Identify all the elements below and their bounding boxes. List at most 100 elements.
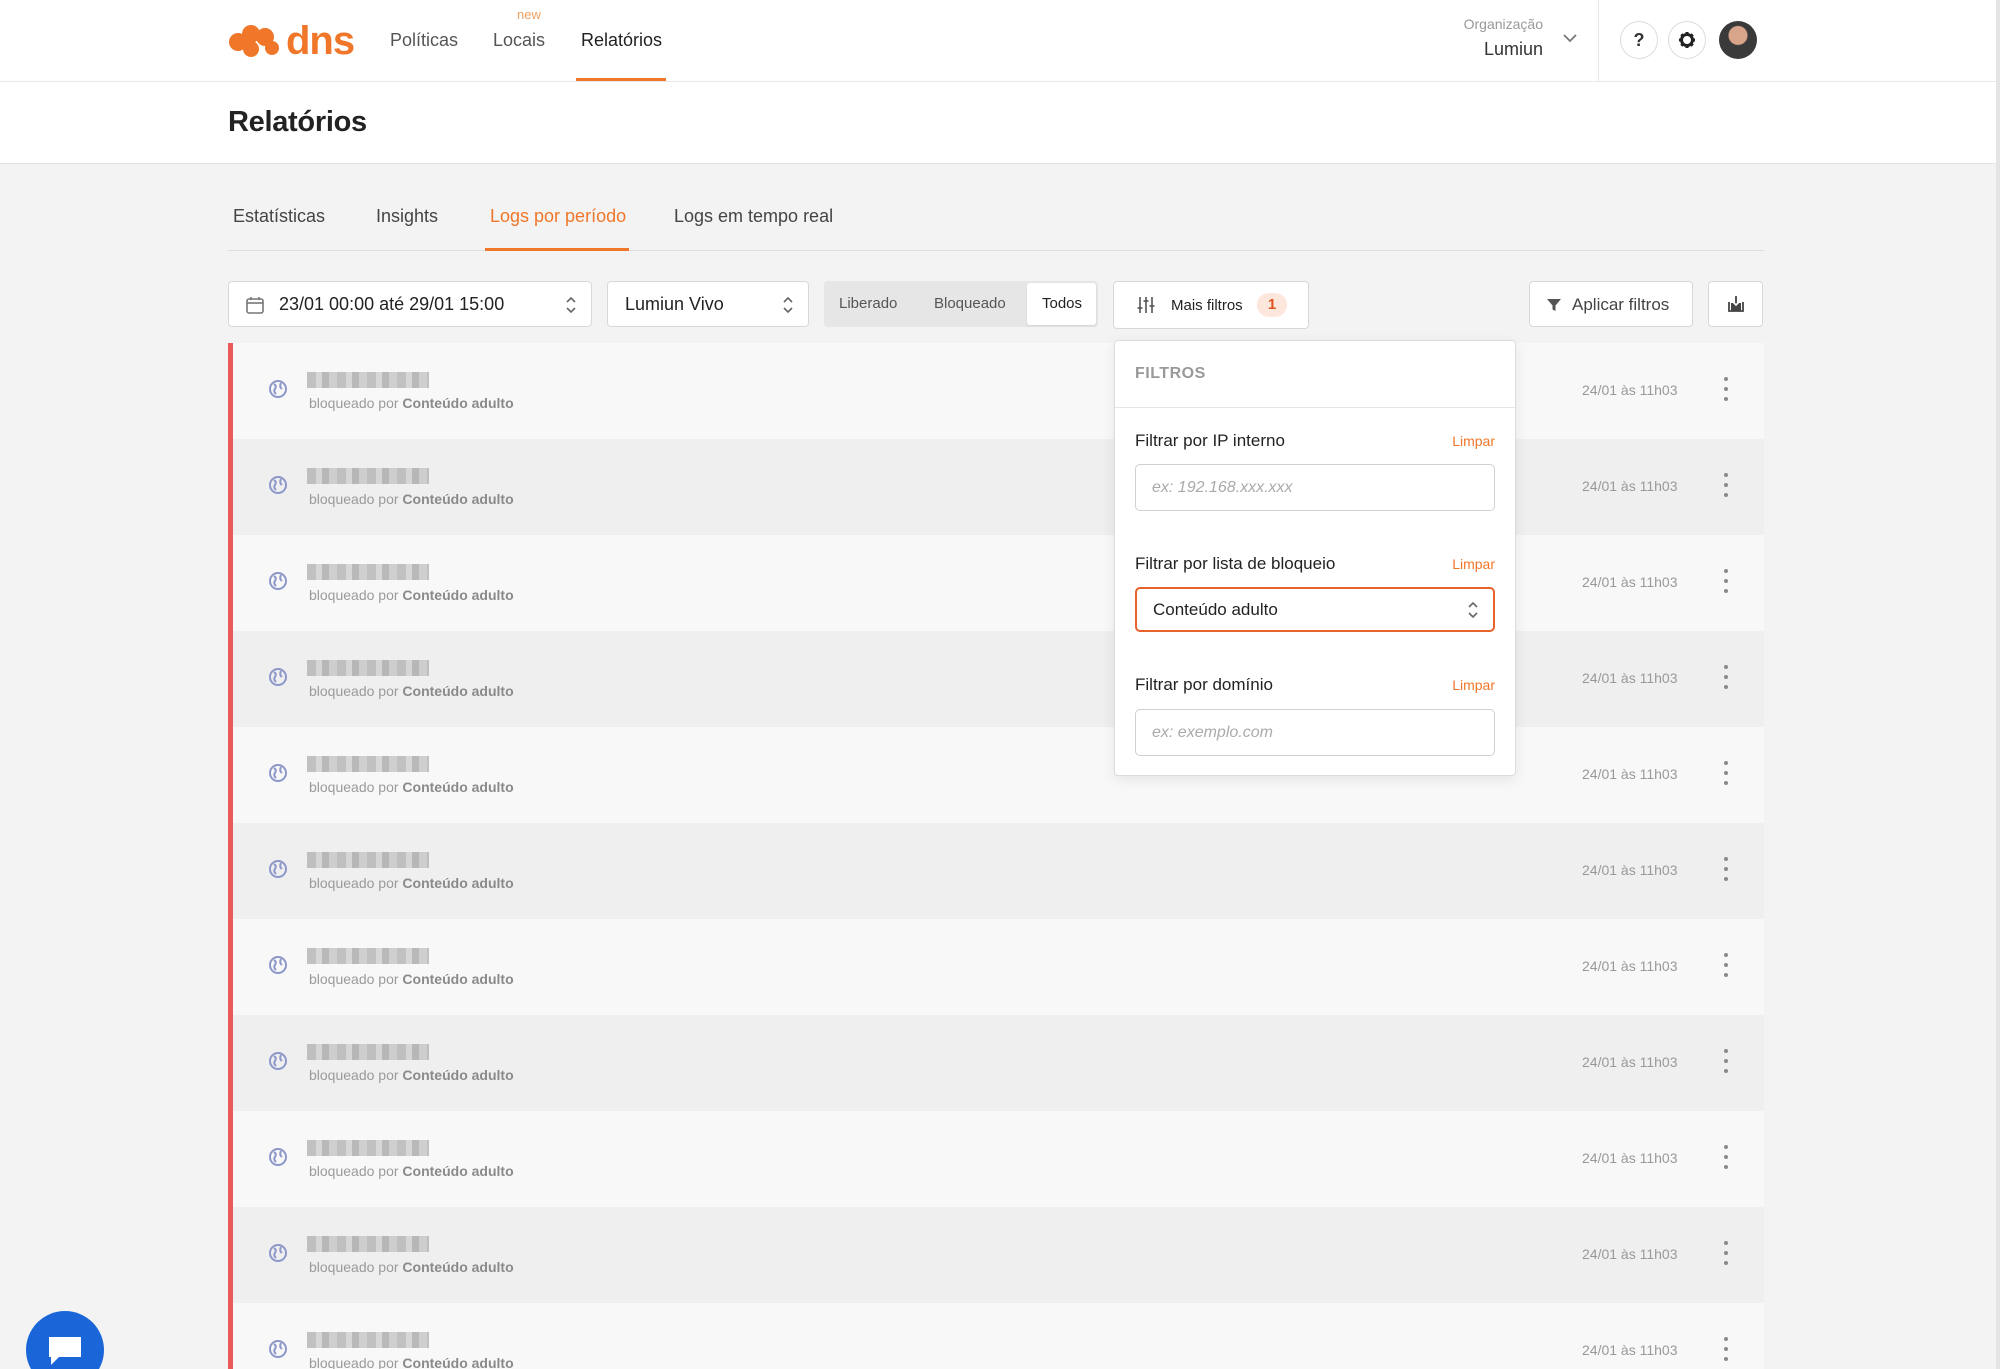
log-time: 24/01 às 11h03 <box>1582 1246 1678 1262</box>
log-time: 24/01 às 11h03 <box>1582 766 1678 782</box>
more-options-icon[interactable] <box>1721 473 1731 497</box>
blocklist-value: Conteúdo adulto <box>1153 600 1278 619</box>
redacted-domain <box>307 948 429 964</box>
ip-filter-label: Filtrar por IP interno <box>1135 431 1285 450</box>
log-reason-prefix: bloqueado por <box>309 1259 399 1275</box>
download-icon <box>1727 296 1744 312</box>
logo[interactable]: dns <box>228 18 355 64</box>
log-time: 24/01 às 11h03 <box>1582 478 1678 494</box>
redacted-domain <box>307 1332 429 1348</box>
redacted-domain <box>307 1044 429 1060</box>
updown-chevron-icon <box>566 296 576 314</box>
download-button[interactable] <box>1708 281 1763 327</box>
ip-filter-input[interactable] <box>1135 464 1495 511</box>
log-row[interactable]: bloqueado por Conteúdo adulto 24/01 às 1… <box>228 439 1764 535</box>
blocklist-filter-label: Filtrar por lista de bloqueio <box>1135 554 1336 573</box>
log-row[interactable]: bloqueado por Conteúdo adulto 24/01 às 1… <box>228 1207 1764 1303</box>
location-select[interactable]: Lumiun Vivo <box>607 281 809 327</box>
more-options-icon[interactable] <box>1721 857 1731 881</box>
tab-insights[interactable]: Insights <box>376 204 438 228</box>
settings-button[interactable] <box>1668 21 1706 59</box>
domain-filter-clear[interactable]: Limpar <box>1452 677 1495 693</box>
apply-filters-button[interactable]: Aplicar filtros <box>1529 281 1693 327</box>
tab-logs-por-periodo[interactable]: Logs por período <box>490 204 626 228</box>
segment-todos[interactable]: Todos <box>1042 295 1082 312</box>
chat-button[interactable] <box>26 1311 104 1369</box>
nav-locais[interactable]: Locais <box>493 28 545 52</box>
globe-icon <box>269 668 287 686</box>
more-options-icon[interactable] <box>1721 665 1731 689</box>
blocklist-filter-clear[interactable]: Limpar <box>1452 556 1495 572</box>
redacted-domain <box>307 564 429 580</box>
more-options-icon[interactable] <box>1721 1337 1731 1361</box>
log-reason-list: Conteúdo adulto <box>402 1163 514 1179</box>
log-time: 24/01 às 11h03 <box>1582 1054 1678 1070</box>
log-time: 24/01 às 11h03 <box>1582 382 1678 398</box>
log-row[interactable]: bloqueado por Conteúdo adulto 24/01 às 1… <box>228 1303 1764 1369</box>
redacted-domain <box>307 852 429 868</box>
gear-icon <box>1679 32 1695 48</box>
segment-bloqueado[interactable]: Bloqueado <box>934 295 1006 312</box>
domain-filter-input[interactable] <box>1135 709 1495 756</box>
more-options-icon[interactable] <box>1721 377 1731 401</box>
tab-estatisticas[interactable]: Estatísticas <box>233 204 325 228</box>
log-row[interactable]: bloqueado por Conteúdo adulto 24/01 às 1… <box>228 343 1764 439</box>
nav-active-indicator <box>576 78 666 81</box>
log-reason: bloqueado por Conteúdo adulto <box>309 779 514 795</box>
more-options-icon[interactable] <box>1721 1241 1731 1265</box>
redacted-domain <box>307 756 429 772</box>
apply-filters-label: Aplicar filtros <box>1572 295 1670 314</box>
chat-bubble-icon <box>49 1337 81 1365</box>
more-options-icon[interactable] <box>1721 569 1731 593</box>
log-row[interactable]: bloqueado por Conteúdo adulto 24/01 às 1… <box>228 1015 1764 1111</box>
globe-icon <box>269 1244 287 1262</box>
log-row[interactable]: bloqueado por Conteúdo adulto 24/01 às 1… <box>228 631 1764 727</box>
redacted-domain <box>307 660 429 676</box>
ip-filter-clear[interactable]: Limpar <box>1452 433 1495 449</box>
more-options-icon[interactable] <box>1721 1145 1731 1169</box>
avatar[interactable] <box>1719 21 1757 59</box>
more-options-icon[interactable] <box>1721 1049 1731 1073</box>
log-reason-prefix: bloqueado por <box>309 491 399 507</box>
log-time: 24/01 às 11h03 <box>1582 862 1678 878</box>
top-navbar: dns Políticas new Locais Relatórios Orga… <box>0 0 1996 82</box>
help-button[interactable]: ? <box>1620 21 1658 59</box>
updown-chevron-icon <box>783 296 793 314</box>
log-reason: bloqueado por Conteúdo adulto <box>309 1259 514 1275</box>
log-reason: bloqueado por Conteúdo adulto <box>309 1067 514 1083</box>
nav-politicas[interactable]: Políticas <box>390 28 458 52</box>
filter-count-badge: 1 <box>1257 293 1287 317</box>
log-reason-list: Conteúdo adulto <box>402 491 514 507</box>
log-reason-list: Conteúdo adulto <box>402 1067 514 1083</box>
date-range-value: 23/01 00:00 até 29/01 15:00 <box>279 294 505 314</box>
tab-active-indicator <box>485 248 629 251</box>
log-row[interactable]: bloqueado por Conteúdo adulto 24/01 às 1… <box>228 1111 1764 1207</box>
log-reason-prefix: bloqueado por <box>309 1163 399 1179</box>
log-reason-prefix: bloqueado por <box>309 395 399 411</box>
more-options-icon[interactable] <box>1721 953 1731 977</box>
log-row[interactable]: bloqueado por Conteúdo adulto 24/01 às 1… <box>228 535 1764 631</box>
more-options-icon[interactable] <box>1721 761 1731 785</box>
log-row[interactable]: bloqueado por Conteúdo adulto 24/01 às 1… <box>228 727 1764 823</box>
log-reason-prefix: bloqueado por <box>309 683 399 699</box>
segment-liberado[interactable]: Liberado <box>839 295 897 312</box>
globe-icon <box>269 380 287 398</box>
more-filters-button[interactable]: Mais filtros 1 <box>1113 281 1309 329</box>
org-label: Organização <box>1463 16 1543 32</box>
log-reason-list: Conteúdo adulto <box>402 395 514 411</box>
redacted-domain <box>307 468 429 484</box>
log-row[interactable]: bloqueado por Conteúdo adulto 24/01 às 1… <box>228 823 1764 919</box>
org-selector[interactable]: Lumiun <box>1458 39 1543 60</box>
log-reason: bloqueado por Conteúdo adulto <box>309 395 514 411</box>
blocklist-select[interactable]: Conteúdo adulto <box>1135 587 1495 632</box>
nav-relatorios[interactable]: Relatórios <box>581 28 662 52</box>
log-row[interactable]: bloqueado por Conteúdo adulto 24/01 às 1… <box>228 919 1764 1015</box>
date-range-select[interactable]: 23/01 00:00 até 29/01 15:00 <box>228 281 592 327</box>
globe-icon <box>269 1340 287 1358</box>
tab-logs-tempo-real[interactable]: Logs em tempo real <box>674 204 833 228</box>
log-reason-list: Conteúdo adulto <box>402 1259 514 1275</box>
log-reason-list: Conteúdo adulto <box>402 1355 514 1369</box>
log-reason-list: Conteúdo adulto <box>402 971 514 987</box>
redacted-domain <box>307 1236 429 1252</box>
chevron-down-icon[interactable] <box>1562 32 1578 44</box>
